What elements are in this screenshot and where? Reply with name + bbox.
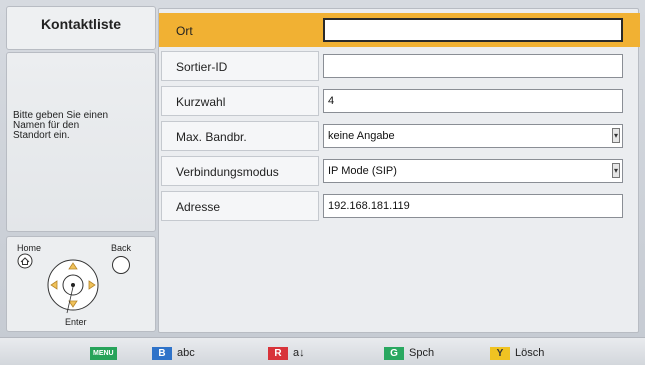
field-label: Adresse (161, 191, 319, 221)
field-label: Kurzwahl (161, 86, 319, 116)
menu-key[interactable]: MENU (90, 346, 117, 360)
field-label: Sortier-ID (161, 51, 319, 81)
yellow-chip: Y (490, 346, 510, 360)
blue-chip: B (152, 346, 172, 360)
field-label: Max. Bandbr. (161, 121, 319, 151)
form-row-kurzwahl[interactable]: Kurzwahl 4 (159, 84, 640, 118)
enter-label: Enter (65, 317, 87, 327)
back-button-icon[interactable] (111, 255, 131, 275)
select-value: keine Angabe (328, 130, 395, 142)
green-key-label: Spch (409, 347, 435, 359)
dropdown-arrow-icon[interactable]: ▾ (612, 128, 620, 143)
directional-pad-icon[interactable] (45, 255, 101, 315)
select-value: IP Mode (SIP) (328, 165, 397, 177)
remote-guide: Home Back Enter (6, 236, 156, 332)
red-key[interactable]: R a↓ (268, 346, 305, 360)
dropdown-arrow-icon[interactable]: ▾ (612, 163, 620, 178)
yellow-key-label: Lösch (515, 347, 545, 359)
green-chip: G (384, 346, 404, 360)
back-label: Back (111, 243, 132, 253)
form-row-adresse[interactable]: Adresse 192.168.181.119 (159, 189, 640, 223)
form-row-verbindungsmodus[interactable]: Verbindungsmodus IP Mode (SIP) ▾ (159, 154, 640, 188)
home-label: Home (17, 243, 42, 253)
contact-form: Ort Sortier-ID Kurzwahl 4 Max. Bandbr. k… (158, 8, 640, 333)
field-label: Ort (161, 15, 319, 45)
red-key-label: a↓ (293, 347, 305, 359)
yellow-key[interactable]: Y Lösch (490, 346, 544, 360)
green-key[interactable]: G Spch (384, 346, 434, 360)
kurzwahl-input[interactable]: 4 (323, 89, 623, 113)
screen: Kontaktliste Bitte geben Sie einen Namen… (0, 0, 645, 365)
blue-key-label: abc (177, 347, 195, 359)
form-row-ort[interactable]: Ort (159, 13, 640, 47)
form-row-max-bandbreite[interactable]: Max. Bandbr. keine Angabe ▾ (159, 119, 640, 153)
page-title: Kontaktliste (6, 6, 156, 50)
left-panel: Kontaktliste Bitte geben Sie einen Namen… (6, 6, 156, 332)
red-chip: R (268, 346, 288, 360)
field-label: Verbindungsmodus (161, 156, 319, 186)
verbindungsmodus-select[interactable]: IP Mode (SIP) ▾ (323, 159, 623, 183)
help-line: Standort ein. (13, 130, 70, 141)
adresse-input[interactable]: 192.168.181.119 (323, 194, 623, 218)
max-bandbreite-select[interactable]: keine Angabe ▾ (323, 124, 623, 148)
home-icon[interactable] (17, 253, 33, 269)
help-text-box: Bitte geben Sie einen Namen für den Stan… (6, 52, 156, 232)
sortier-id-input[interactable] (323, 54, 623, 78)
ort-input[interactable] (323, 18, 623, 42)
menu-chip: MENU (90, 346, 117, 360)
blue-key[interactable]: B abc (152, 346, 195, 360)
form-row-sortier-id[interactable]: Sortier-ID (159, 49, 640, 83)
key-guide-bar: MENU B abc R a↓ G Spch Y Lösch (0, 337, 645, 365)
